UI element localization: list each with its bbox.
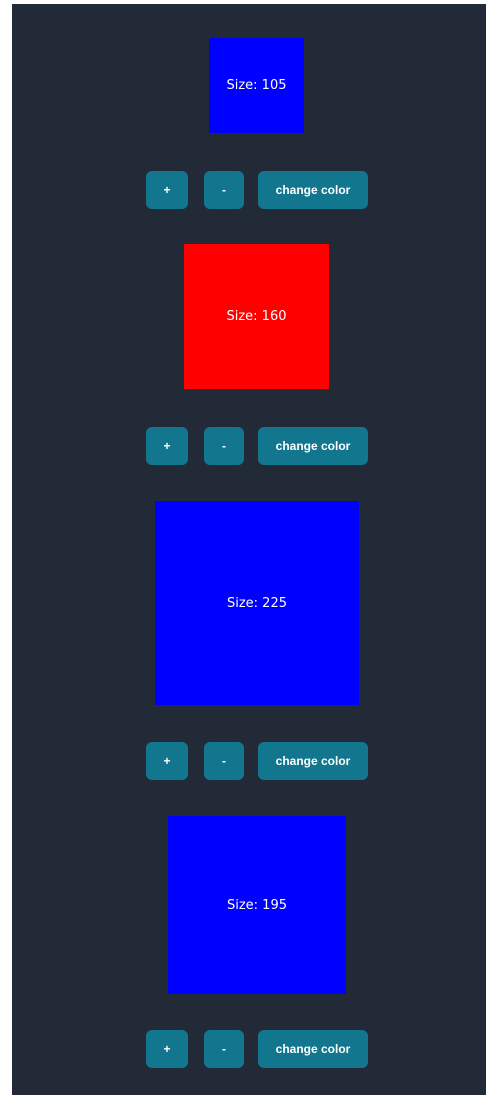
decrease-size-button[interactable]: -	[204, 427, 244, 465]
square-size-label: Size: 225	[226, 595, 287, 611]
change-color-button[interactable]: change color	[258, 171, 368, 209]
box-controls: + - change color	[12, 1030, 486, 1068]
box-controls: + - change color	[12, 427, 486, 465]
change-color-button[interactable]: change color	[258, 427, 368, 465]
square-box: Size: 225	[155, 501, 359, 705]
decrease-size-button[interactable]: -	[204, 742, 244, 780]
square-box: Size: 160	[184, 244, 329, 389]
decrease-size-button[interactable]: -	[204, 1030, 244, 1068]
square-size-label: Size: 160	[226, 309, 287, 324]
box-controls: + - change color	[12, 171, 486, 209]
increase-size-button[interactable]: +	[146, 1030, 188, 1068]
increase-size-button[interactable]: +	[146, 171, 188, 209]
increase-size-button[interactable]: +	[146, 427, 188, 465]
app-container: Size: 105 + - change color Size: 160 + -…	[12, 4, 486, 1095]
square-box: Size: 195	[168, 816, 346, 994]
decrease-size-button[interactable]: -	[204, 171, 244, 209]
increase-size-button[interactable]: +	[146, 742, 188, 780]
square-size-label: Size: 195	[226, 897, 287, 913]
change-color-button[interactable]: change color	[258, 742, 368, 780]
square-size-label: Size: 105	[226, 78, 287, 93]
square-box: Size: 105	[209, 38, 304, 133]
change-color-button[interactable]: change color	[258, 1030, 368, 1068]
box-controls: + - change color	[12, 742, 486, 780]
